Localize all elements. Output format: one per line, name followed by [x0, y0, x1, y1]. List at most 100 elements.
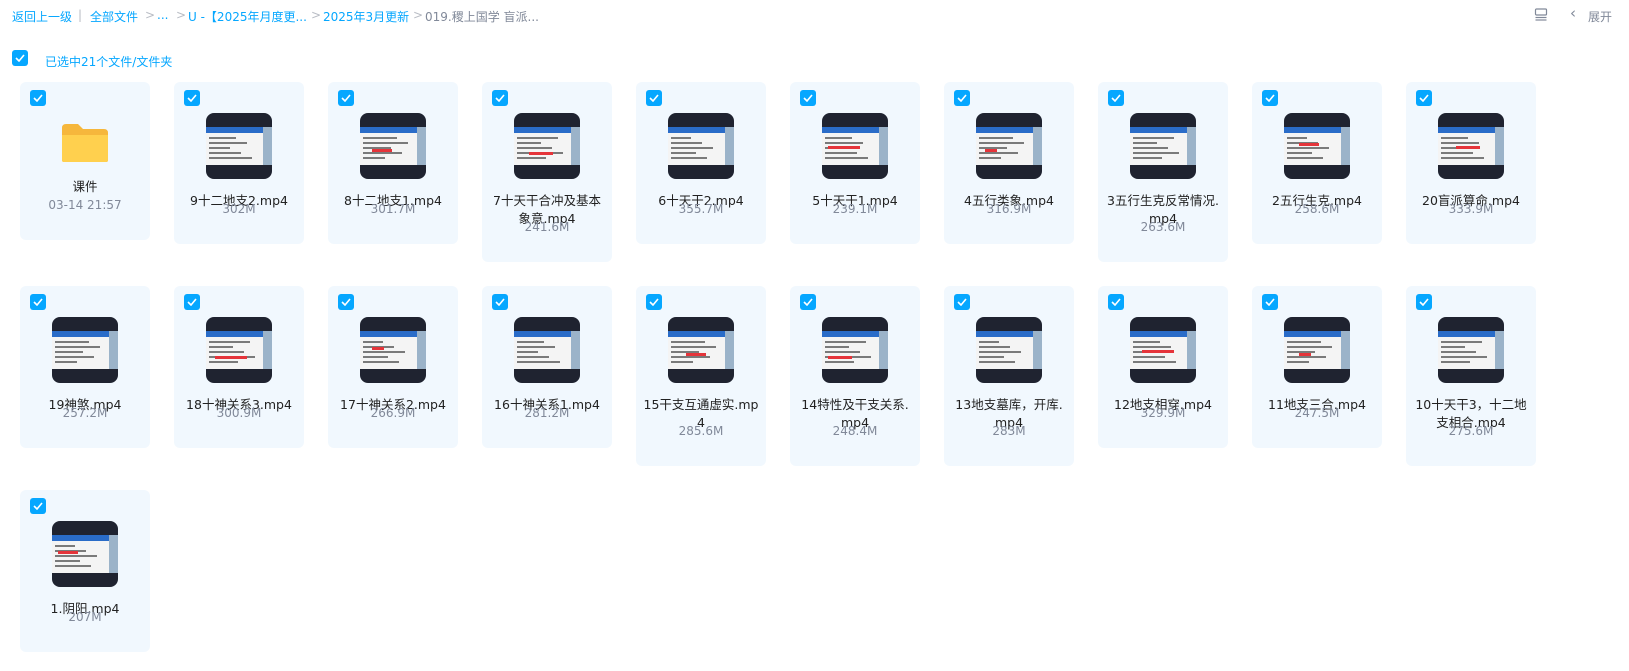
- checkmark-icon: [649, 298, 659, 306]
- file-card[interactable]: 18十神关系3.mp4 300.9M: [174, 286, 304, 448]
- file-card[interactable]: 1.阴阳.mp4 207M: [20, 490, 150, 652]
- file-card[interactable]: 20盲派算命.mp4 333.9M: [1406, 82, 1536, 244]
- item-checkbox[interactable]: [646, 90, 662, 106]
- file-card[interactable]: 11地支三合.mp4 247.5M: [1252, 286, 1382, 448]
- item-checkbox[interactable]: [1416, 90, 1432, 106]
- video-thumbnail: [52, 521, 118, 587]
- file-card[interactable]: 5十天干1.mp4 239.1M: [790, 82, 920, 244]
- video-thumbnail: [360, 113, 426, 179]
- file-card[interactable]: 10十天干3，十二地支相合.mp4 275.6M: [1406, 286, 1536, 466]
- back-link[interactable]: 返回上一级: [12, 8, 72, 25]
- item-checkbox[interactable]: [30, 294, 46, 310]
- item-checkbox[interactable]: [1108, 90, 1124, 106]
- expand-button[interactable]: 展开: [1588, 8, 1612, 25]
- file-card[interactable]: 2五行生克.mp4 258.6M: [1252, 82, 1382, 244]
- item-checkbox[interactable]: [1416, 294, 1432, 310]
- item-checkbox[interactable]: [338, 294, 354, 310]
- file-card[interactable]: 3五行生克反常情况.mp4 263.6M: [1098, 82, 1228, 262]
- file-card[interactable]: 7十天干合冲及基本象意.mp4 241.6M: [482, 82, 612, 262]
- item-size: 300.9M: [216, 406, 262, 420]
- item-size: 329.9M: [1140, 406, 1186, 420]
- checkmark-icon: [33, 502, 43, 510]
- video-thumbnail: [1130, 113, 1196, 179]
- video-thumbnail: [1284, 317, 1350, 383]
- video-thumbnail: [206, 113, 272, 179]
- item-size: 355.7M: [678, 202, 724, 216]
- item-checkbox[interactable]: [800, 90, 816, 106]
- video-thumbnail: [514, 113, 580, 179]
- breadcrumb-bar: 返回上一级 | 全部文件 > ... > U -【2025年月度更... > 2…: [0, 0, 1629, 32]
- file-card[interactable]: 12地支相穿.mp4 329.9M: [1098, 286, 1228, 448]
- video-thumbnail: [52, 317, 118, 383]
- file-card[interactable]: 8十二地支1.mp4 301.7M: [328, 82, 458, 244]
- breadcrumb-folder-monthly[interactable]: U -【2025年月度更...: [188, 8, 307, 25]
- checkmark-icon: [957, 298, 967, 306]
- checkmark-icon: [1111, 298, 1121, 306]
- file-card[interactable]: 4五行类象.mp4 316.9M: [944, 82, 1074, 244]
- checkmark-icon: [495, 298, 505, 306]
- video-thumbnail: [1438, 317, 1504, 383]
- checkbox-checked-icon: [12, 50, 28, 66]
- item-checkbox[interactable]: [800, 294, 816, 310]
- item-size: 301.7M: [370, 202, 416, 216]
- folder-card[interactable]: 课件 03-14 21:57: [20, 82, 150, 240]
- breadcrumb-ellipsis[interactable]: ...: [157, 8, 168, 22]
- item-checkbox[interactable]: [954, 294, 970, 310]
- checkmark-icon: [957, 94, 967, 102]
- item-size: 247.5M: [1294, 406, 1340, 420]
- file-card[interactable]: 16十神关系1.mp4 281.2M: [482, 286, 612, 448]
- item-checkbox[interactable]: [338, 90, 354, 106]
- file-card[interactable]: 13地支墓库，开库.mp4 283M: [944, 286, 1074, 466]
- list-view-icon[interactable]: [1534, 7, 1548, 21]
- checkmark-icon: [341, 298, 351, 306]
- item-size: 316.9M: [986, 202, 1032, 216]
- checkmark-icon: [33, 298, 43, 306]
- video-thumbnail: [668, 113, 734, 179]
- item-size: 281.2M: [524, 406, 570, 420]
- checkmark-icon: [33, 94, 43, 102]
- breadcrumb-divider: |: [78, 8, 83, 22]
- item-checkbox[interactable]: [30, 498, 46, 514]
- file-card[interactable]: 14特性及干支关系.mp4 248.4M: [790, 286, 920, 466]
- video-thumbnail: [668, 317, 734, 383]
- file-card[interactable]: 15干支互通虚实.mp4 285.6M: [636, 286, 766, 466]
- item-size: 207M: [68, 610, 102, 624]
- checkmark-icon: [1111, 94, 1121, 102]
- item-checkbox[interactable]: [184, 294, 200, 310]
- item-checkbox[interactable]: [184, 90, 200, 106]
- file-card[interactable]: 9十二地支2.mp4 302M: [174, 82, 304, 244]
- item-checkbox[interactable]: [954, 90, 970, 106]
- video-thumbnail: [206, 317, 272, 383]
- folder-icon: [60, 122, 110, 164]
- item-checkbox[interactable]: [1108, 294, 1124, 310]
- video-thumbnail: [1130, 317, 1196, 383]
- item-checkbox[interactable]: [1262, 294, 1278, 310]
- breadcrumb-chevron-icon: >: [311, 8, 322, 22]
- item-size: 257.2M: [62, 406, 108, 420]
- select-all-checkbox[interactable]: [12, 50, 28, 68]
- breadcrumb-all-files[interactable]: 全部文件: [90, 8, 138, 25]
- breadcrumb-folder-march[interactable]: 2025年3月更新: [323, 8, 409, 25]
- file-card[interactable]: 17十神关系2.mp4 266.9M: [328, 286, 458, 448]
- breadcrumb-current: 019.稷上国学 盲派...: [425, 10, 539, 24]
- checkmark-icon: [187, 94, 197, 102]
- video-thumbnail: [822, 317, 888, 383]
- video-thumbnail: [822, 113, 888, 179]
- item-checkbox[interactable]: [30, 90, 46, 106]
- item-checkbox[interactable]: [1262, 90, 1278, 106]
- file-card[interactable]: 19神煞.mp4 257.2M: [20, 286, 150, 448]
- item-checkbox[interactable]: [492, 90, 508, 106]
- checkmark-icon: [341, 94, 351, 102]
- item-checkbox[interactable]: [492, 294, 508, 310]
- breadcrumb-chevron-icon: >: [413, 8, 424, 22]
- video-thumbnail: [976, 113, 1042, 179]
- checkmark-icon: [495, 94, 505, 102]
- chevron-left-icon[interactable]: ‹: [1570, 4, 1576, 22]
- item-modified-date: 03-14 21:57: [48, 198, 122, 212]
- item-checkbox[interactable]: [646, 294, 662, 310]
- checkmark-icon: [803, 94, 813, 102]
- video-thumbnail: [976, 317, 1042, 383]
- item-name: 课件: [72, 179, 98, 194]
- file-card[interactable]: 6十天干2.mp4 355.7M: [636, 82, 766, 244]
- checkmark-icon: [187, 298, 197, 306]
